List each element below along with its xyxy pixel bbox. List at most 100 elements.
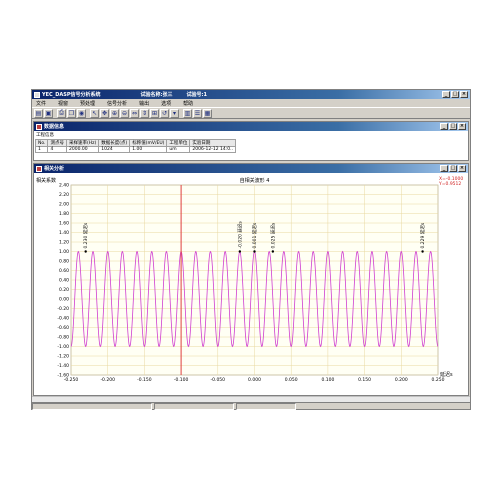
table-header: 采样速率(Hz) <box>65 139 100 147</box>
peak-label: 0.025 延迟s <box>269 222 276 248</box>
x-tick-label: -0.250 <box>64 377 79 383</box>
close-button[interactable]: × <box>458 123 466 130</box>
table-cell: 1.00 <box>129 146 168 153</box>
peak-marker <box>84 250 87 253</box>
x-axis-label: 延迟s <box>440 371 453 378</box>
y-tick-label: -1.20 <box>57 354 69 360</box>
correlation-chart[interactable]: 2.40 2.20 2.00 1.80 1.60 1.40 1.20 1.00 0.80 0.60… <box>34 173 468 395</box>
y-tick-label: -0.20 <box>57 306 69 312</box>
list-icon[interactable]: ☰ <box>193 108 202 118</box>
peak-label: 0.229 延迟s <box>419 222 426 248</box>
y-tick-label: 1.20 <box>59 240 69 246</box>
peak-marker <box>253 250 256 253</box>
table-row[interactable]: 1 4 2000.00 1024 1.00 um 2006-12-12 14:0… <box>34 146 236 153</box>
table-header: 数据长度(点) <box>98 139 131 147</box>
color-icon[interactable]: ◉ <box>77 108 86 118</box>
app-icon <box>34 91 40 98</box>
y-tick-label: 0.80 <box>59 259 69 265</box>
table-header: 实验日期 <box>189 139 236 147</box>
x-tick-label: 0.050 <box>285 377 298 383</box>
table-header: 标称值(mV/EU) <box>129 139 168 147</box>
open-icon[interactable]: ▤ <box>34 108 43 118</box>
section-label: 工程信息 <box>36 133 54 138</box>
zoom-y-icon[interactable]: ⇕ <box>140 108 149 118</box>
chart-icon[interactable]: ▥ <box>183 108 192 118</box>
peak-marker <box>238 250 242 253</box>
table-cell: 4 <box>47 146 67 153</box>
zoom-all-icon[interactable]: ⊞ <box>150 108 159 118</box>
hand-icon[interactable]: ✥ <box>100 108 109 118</box>
y-tick-label: 0.20 <box>59 287 69 293</box>
toolbar: ▤ ▣ ⎙ ❐ ◉ ↖ ✥ ⊕ ⊖ ⇔ ⇕ ⊞ ↺ ▾ ▥ ☰ ▦ <box>32 107 470 119</box>
analysis-title-bar: 相关分析 _ □ × <box>34 164 468 173</box>
analysis-title: 相关分析 <box>44 166 65 172</box>
data-info-window: 数据信息 _ □ × 工程信息 No. 测点号 采样速率(Hz) 数据长度(点)… <box>33 121 469 161</box>
minimize-button[interactable]: _ <box>440 165 448 172</box>
print-icon[interactable]: ⎙ <box>57 108 66 118</box>
cursor-icon[interactable]: ↖ <box>90 108 99 118</box>
plot-area[interactable]: 2.40 2.20 2.00 1.80 1.60 1.40 1.20 1.00 0.80 0.60… <box>34 173 468 397</box>
peak-marker <box>271 250 275 253</box>
dropdown-icon[interactable]: ▾ <box>170 108 179 118</box>
menu-view[interactable]: 视窗 <box>58 100 68 107</box>
x-tick-label: -0.100 <box>174 377 189 383</box>
x-tick-label: 0.200 <box>395 377 408 383</box>
close-button[interactable]: × <box>460 91 468 98</box>
status-pane <box>236 402 296 410</box>
peak-label: 0.001 延迟s <box>251 222 258 248</box>
x-tick-label: 0.150 <box>358 377 371 383</box>
maximize-button[interactable]: □ <box>449 165 457 172</box>
close-button[interactable]: × <box>458 165 466 172</box>
menu-signal-analysis[interactable]: 信号分析 <box>107 100 127 107</box>
menu-options[interactable]: 选项 <box>161 100 171 107</box>
table-header: 测点号 <box>47 139 67 147</box>
y-tick-label: 0.00 <box>59 297 69 303</box>
table-cell: 2006-12-12 14:0.. <box>189 146 236 153</box>
zoom-x-icon[interactable]: ⇔ <box>130 108 139 118</box>
chart-title: 自相关波形 4 <box>240 177 270 184</box>
cursor-readout: Y=0.9512 <box>438 181 461 187</box>
data-table: No. 测点号 采样速率(Hz) 数据长度(点) 标称值(mV/EU) 工程单位… <box>34 139 236 153</box>
test-number: 试验号:1 <box>186 92 207 98</box>
table-cell: 2000.00 <box>65 146 100 153</box>
menu-preprocess[interactable]: 预处理 <box>80 100 95 107</box>
x-tick-label: 0.000 <box>248 377 261 383</box>
main-window: YEC_DASP信号分析系统 试验名称:张三 试验号:1 _ □ × 文件 视窗… <box>31 89 471 410</box>
status-pane <box>32 402 152 410</box>
undo-icon[interactable]: ↺ <box>160 108 169 118</box>
status-bar <box>32 402 470 410</box>
maximize-button[interactable]: □ <box>451 91 459 98</box>
menu-output[interactable]: 输出 <box>139 100 149 107</box>
zoom-out-icon[interactable]: ⊖ <box>120 108 129 118</box>
y-tick-label: -0.60 <box>57 325 69 331</box>
y-tick-label: -1.00 <box>57 344 69 350</box>
y-tick-label: -0.40 <box>57 316 69 322</box>
y-axis-label: 相关系数 <box>36 177 56 184</box>
title-bar: YEC_DASP信号分析系统 试验名称:张三 试验号:1 _ □ × <box>32 90 470 99</box>
maximize-button[interactable]: □ <box>449 123 457 130</box>
zoom-in-icon[interactable]: ⊕ <box>110 108 119 118</box>
y-tick-label: -1.40 <box>57 363 69 369</box>
menu-file[interactable]: 文件 <box>36 100 46 107</box>
copy-icon[interactable]: ❐ <box>67 108 76 118</box>
menu-bar: 文件 视窗 预处理 信号分析 输出 选项 帮助 <box>32 99 470 107</box>
peak-label: -0.020 延迟s <box>236 221 243 249</box>
save-icon[interactable]: ▣ <box>44 108 53 118</box>
x-tick-label: -0.200 <box>100 377 115 383</box>
y-tick-label: 1.40 <box>59 230 69 236</box>
analysis-window: 相关分析 _ □ × 2.40 2.20 2.00 1.80 1.60 1.40 1.20 1… <box>33 163 469 396</box>
y-tick-label: -0.80 <box>57 335 69 341</box>
minimize-button[interactable]: _ <box>442 91 450 98</box>
menu-help[interactable]: 帮助 <box>183 100 193 107</box>
table-cell: um <box>166 146 191 153</box>
y-tick-label: 2.40 <box>59 183 69 189</box>
y-tick-label: 1.00 <box>59 249 69 255</box>
grid-icon[interactable]: ▦ <box>203 108 212 118</box>
data-info-title-bar: 数据信息 _ □ × <box>34 122 468 131</box>
minimize-button[interactable]: _ <box>440 123 448 130</box>
y-tick-label: 1.80 <box>59 211 69 217</box>
test-name: 试验名称:张三 <box>140 92 173 98</box>
table-header: 工程单位 <box>166 139 191 147</box>
window-title: YEC_DASP信号分析系统 <box>42 92 101 98</box>
status-pane <box>154 402 234 410</box>
